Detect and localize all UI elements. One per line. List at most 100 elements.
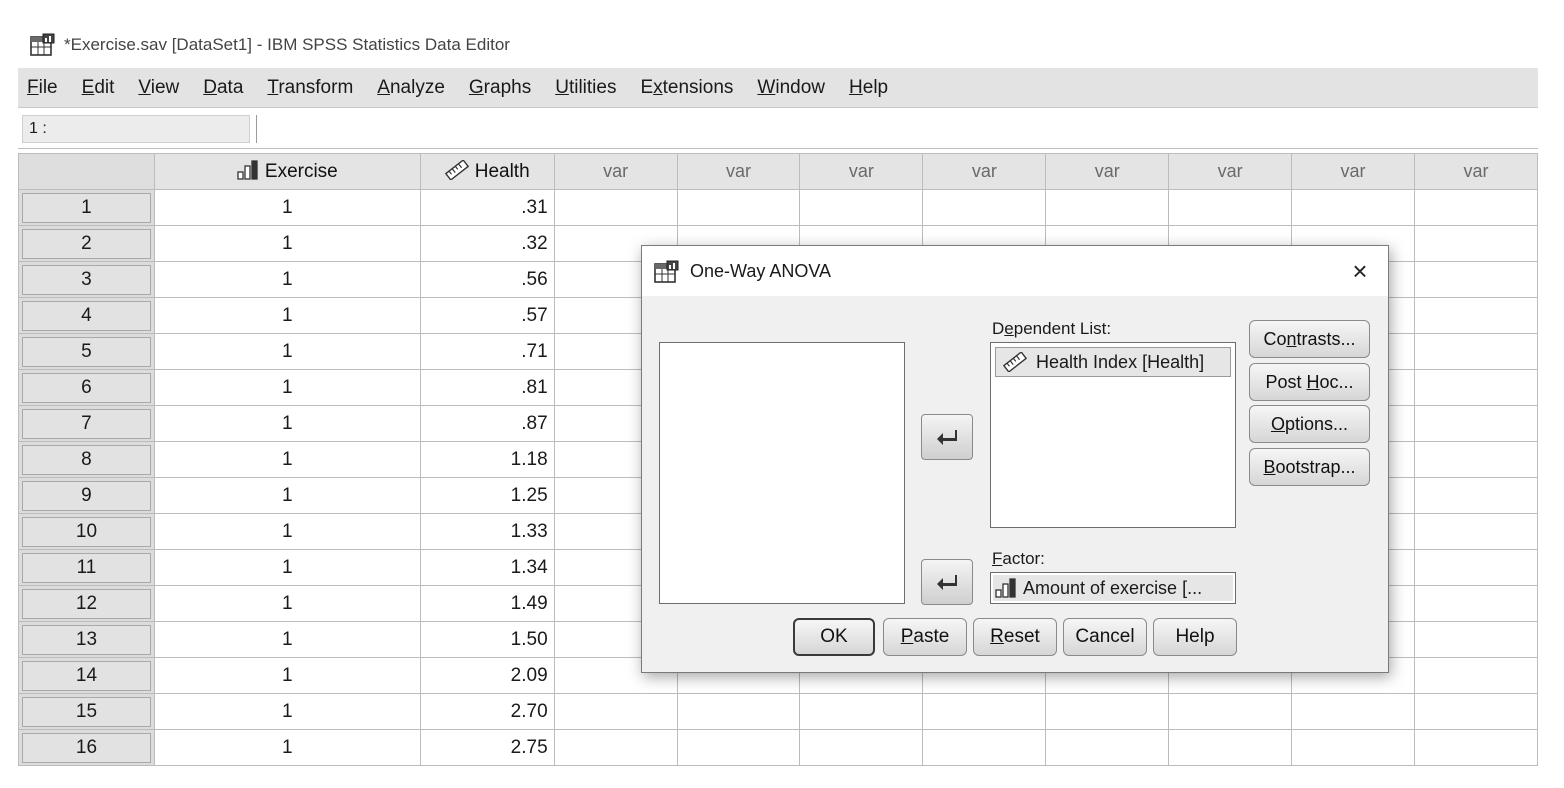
menu-analyze[interactable]: Analyze	[368, 77, 460, 99]
cell-empty[interactable]	[1291, 729, 1415, 766]
cell-exercise[interactable]: 1	[153, 729, 421, 766]
cell-health[interactable]: 1.49	[419, 585, 555, 622]
cell-empty[interactable]	[1414, 261, 1538, 298]
cell-health[interactable]: 1.50	[419, 621, 555, 658]
column-header-var[interactable]: var	[799, 153, 924, 190]
factor-item[interactable]: Amount of exercise [...	[993, 575, 1233, 601]
cell-reference-box[interactable]: 1 :	[22, 115, 250, 143]
cell-empty[interactable]	[799, 189, 924, 226]
cell-health[interactable]: 1.34	[419, 549, 555, 586]
cell-health[interactable]: 1.33	[419, 513, 555, 550]
cell-empty[interactable]	[1414, 729, 1538, 766]
cell-health[interactable]: 1.18	[419, 441, 555, 478]
row-number-cell[interactable]: 10	[18, 513, 155, 550]
cell-empty[interactable]	[676, 693, 801, 730]
cell-empty[interactable]	[1045, 729, 1170, 766]
cancel-button[interactable]: Cancel	[1063, 618, 1147, 656]
cell-empty[interactable]	[1291, 189, 1415, 226]
cell-empty[interactable]	[676, 729, 801, 766]
row-number-cell[interactable]: 9	[18, 477, 155, 514]
cell-empty[interactable]	[1414, 441, 1538, 478]
menu-view[interactable]: View	[129, 77, 194, 99]
cell-empty[interactable]	[1414, 297, 1538, 334]
column-header-var[interactable]: var	[1168, 153, 1293, 190]
menu-graphs[interactable]: Graphs	[460, 77, 546, 99]
cell-health[interactable]: 2.70	[419, 693, 555, 730]
cell-exercise[interactable]: 1	[153, 657, 421, 694]
column-header-exercise[interactable]: Exercise	[153, 153, 421, 190]
cell-empty[interactable]	[1414, 189, 1538, 226]
cell-empty[interactable]	[553, 729, 678, 766]
row-number-cell[interactable]: 15	[18, 693, 155, 730]
menu-help[interactable]: Help	[840, 77, 903, 99]
contrasts-button[interactable]: Contrasts...	[1249, 320, 1370, 358]
menu-transform[interactable]: Transform	[258, 77, 368, 99]
cell-empty[interactable]	[676, 189, 801, 226]
cell-exercise[interactable]: 1	[153, 405, 421, 442]
cell-exercise[interactable]: 1	[153, 513, 421, 550]
grid-corner[interactable]	[18, 153, 155, 190]
cell-exercise[interactable]: 1	[153, 225, 421, 262]
menu-window[interactable]: Window	[748, 77, 840, 99]
cell-empty[interactable]	[922, 729, 1047, 766]
column-header-var[interactable]: var	[1045, 153, 1170, 190]
cell-empty[interactable]	[1414, 477, 1538, 514]
options-button[interactable]: Options...	[1249, 405, 1370, 443]
cell-health[interactable]: 2.75	[419, 729, 555, 766]
cell-empty[interactable]	[1414, 333, 1538, 370]
row-number-cell[interactable]: 4	[18, 297, 155, 334]
column-header-var[interactable]: var	[1291, 153, 1415, 190]
bootstrap-button[interactable]: Bootstrap...	[1249, 448, 1370, 486]
cell-health[interactable]: .71	[419, 333, 555, 370]
cell-health[interactable]: .57	[419, 297, 555, 334]
column-header-var[interactable]: var	[922, 153, 1047, 190]
cell-empty[interactable]	[1291, 693, 1415, 730]
cell-exercise[interactable]: 1	[153, 369, 421, 406]
cell-exercise[interactable]: 1	[153, 693, 421, 730]
menu-utilities[interactable]: Utilities	[546, 77, 631, 99]
cell-empty[interactable]	[799, 729, 924, 766]
cell-empty[interactable]	[1414, 693, 1538, 730]
cell-empty[interactable]	[1414, 621, 1538, 658]
cell-exercise[interactable]: 1	[153, 261, 421, 298]
cell-empty[interactable]	[1168, 729, 1293, 766]
row-number-cell[interactable]: 16	[18, 729, 155, 766]
help-button[interactable]: Help	[1153, 618, 1237, 656]
menu-extensions[interactable]: Extensions	[631, 77, 748, 99]
cell-empty[interactable]	[1414, 369, 1538, 406]
row-number-cell[interactable]: 7	[18, 405, 155, 442]
cell-empty[interactable]	[1414, 405, 1538, 442]
row-number-cell[interactable]: 12	[18, 585, 155, 622]
cell-health[interactable]: .56	[419, 261, 555, 298]
source-variable-list[interactable]	[659, 342, 905, 604]
column-header-var[interactable]: var	[1414, 153, 1538, 190]
cell-empty[interactable]	[1414, 549, 1538, 586]
paste-button[interactable]: Paste	[883, 618, 967, 656]
menu-data[interactable]: Data	[194, 77, 258, 99]
cell-empty[interactable]	[553, 189, 678, 226]
cell-health[interactable]: 1.25	[419, 477, 555, 514]
move-to-factor-button[interactable]	[921, 559, 973, 605]
ok-button[interactable]: OK	[793, 618, 875, 656]
row-number-cell[interactable]: 6	[18, 369, 155, 406]
cell-empty[interactable]	[1045, 189, 1170, 226]
cell-empty[interactable]	[1414, 513, 1538, 550]
row-number-cell[interactable]: 13	[18, 621, 155, 658]
cell-health[interactable]: 2.09	[419, 657, 555, 694]
row-number-cell[interactable]: 1	[18, 189, 155, 226]
column-header-health[interactable]: Health	[419, 153, 555, 190]
column-header-var[interactable]: var	[676, 153, 801, 190]
row-number-cell[interactable]: 3	[18, 261, 155, 298]
cell-health[interactable]: .32	[419, 225, 555, 262]
menu-file[interactable]: File	[18, 77, 73, 99]
factor-field[interactable]: Amount of exercise [...	[990, 572, 1236, 604]
cell-empty[interactable]	[1168, 693, 1293, 730]
cell-empty[interactable]	[1168, 189, 1293, 226]
cell-exercise[interactable]: 1	[153, 297, 421, 334]
cell-empty[interactable]	[922, 189, 1047, 226]
cell-health[interactable]: .87	[419, 405, 555, 442]
post-hoc-button[interactable]: Post Hoc...	[1249, 363, 1370, 401]
row-number-cell[interactable]: 5	[18, 333, 155, 370]
move-to-dependent-button[interactable]	[921, 414, 973, 460]
cell-empty[interactable]	[1414, 225, 1538, 262]
